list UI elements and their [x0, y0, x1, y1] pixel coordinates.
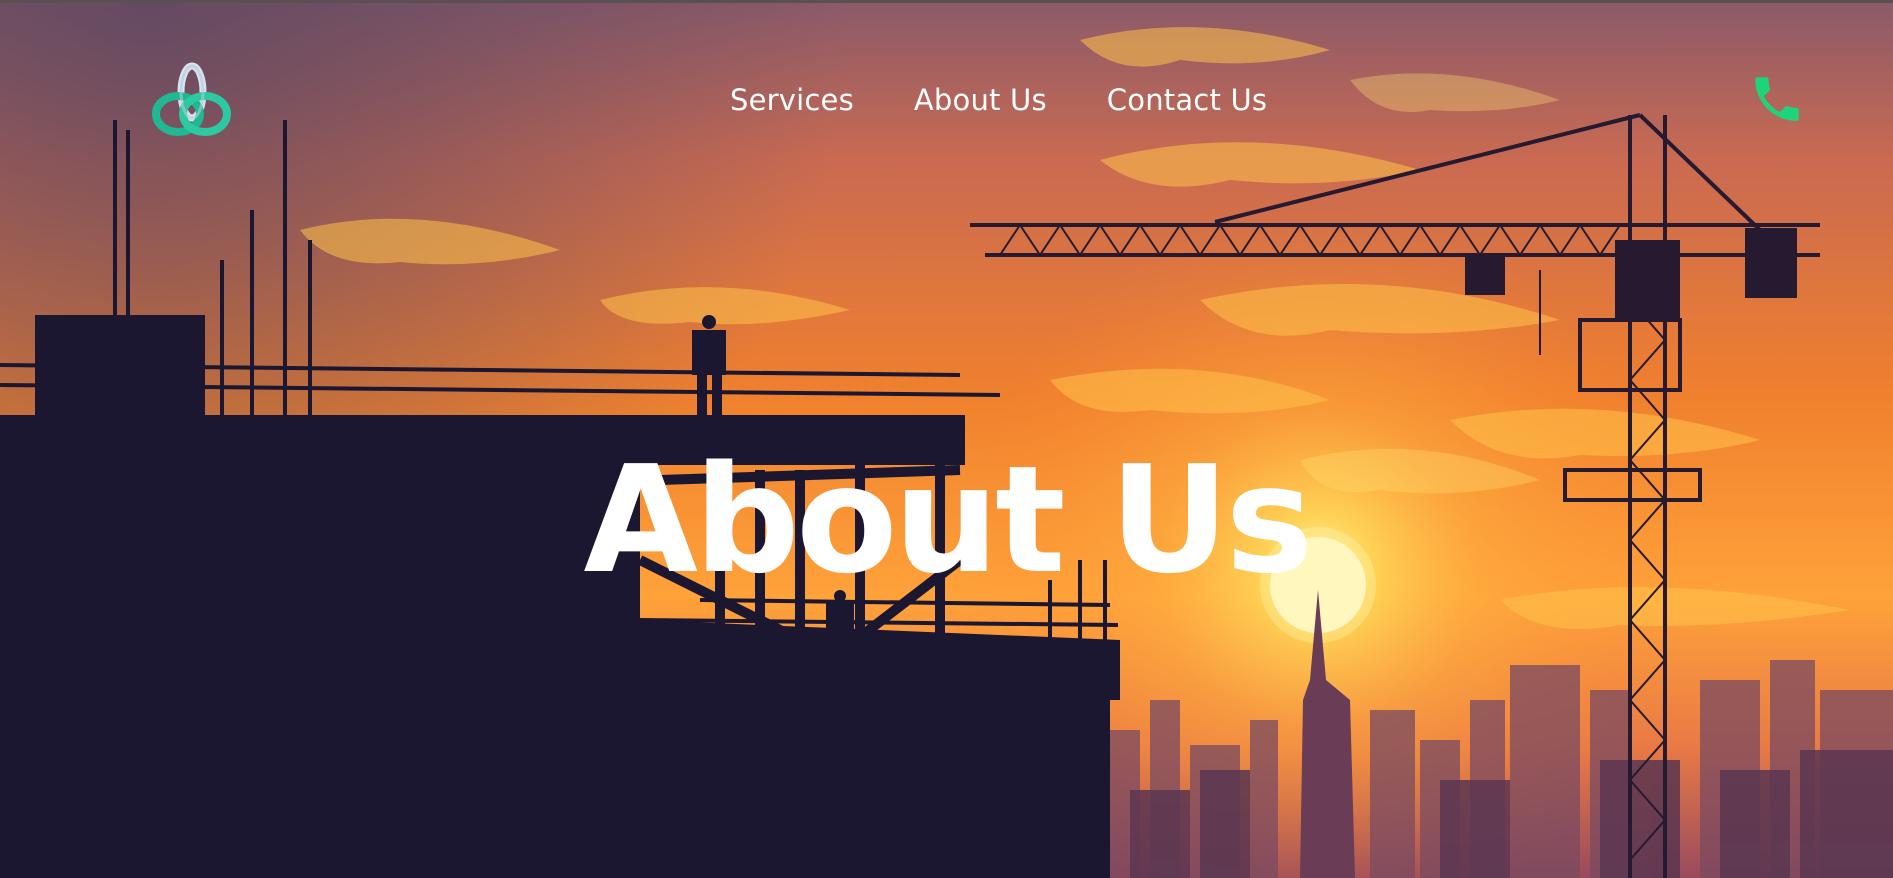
top-edge-bar	[0, 0, 1893, 3]
main-nav: Services About Us Contact Us	[730, 80, 1267, 120]
phone-icon	[1755, 77, 1799, 121]
phone-button[interactable]	[1748, 70, 1806, 128]
logo[interactable]	[150, 62, 232, 140]
page-title: About Us	[583, 434, 1313, 606]
nav-about-us[interactable]: About Us	[914, 83, 1047, 117]
hero-section: Services About Us Contact Us About Us	[0, 0, 1893, 878]
nav-services[interactable]: Services	[730, 83, 854, 117]
nav-contact-us[interactable]: Contact Us	[1107, 83, 1267, 117]
interlocked-rings-logo-icon	[152, 62, 231, 136]
